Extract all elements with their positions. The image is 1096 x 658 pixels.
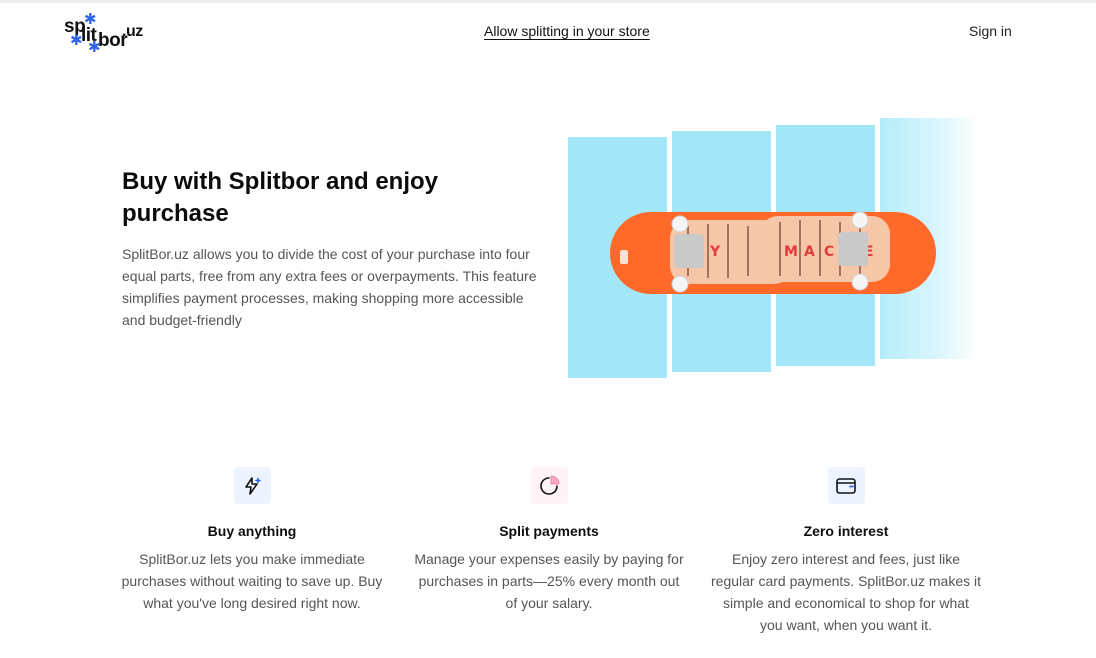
feature-text: Manage your expenses easily by paying fo… [414,551,684,611]
svg-text:Y: Y [709,244,721,260]
sign-in-link[interactable]: Sign in [969,23,1012,39]
top-border [0,0,1096,3]
sparkle-bolt-icon [233,467,271,504]
logo-letters-uz: .uz [122,23,143,40]
feature-text: SplitBor.uz lets you make immediate purc… [121,551,383,611]
allow-splitting-link[interactable]: Allow splitting in your store [484,23,650,39]
feature-title: Zero interest [803,523,889,539]
hero-title: Buy with Splitbor and enjoy purchase [122,168,439,227]
svg-text:M: M [784,244,798,260]
feature-buy-anything: Buy anything SplitBor.uz lets you make i… [117,467,387,614]
feature-title: Split payments [499,523,599,539]
feature-split-payments: Split payments Manage your expenses easi… [414,467,684,614]
skateboard-image: DY MACHE [610,211,936,294]
svg-text:A: A [804,244,815,260]
feature-zero-interest: Zero interest Enjoy zero interest and fe… [711,467,981,636]
hero-description: SplitBor.uz allows you to divide the cos… [122,246,537,328]
feature-title: Buy anything [207,523,297,539]
svg-text:C: C [824,244,834,260]
wallet-icon [827,467,865,504]
splitbor-logo[interactable]: sp ✱ ✱ lit ✱ bor .uz [62,11,144,55]
feature-text: Enjoy zero interest and fees, just like … [711,551,982,633]
pie-segment-icon [530,467,568,504]
